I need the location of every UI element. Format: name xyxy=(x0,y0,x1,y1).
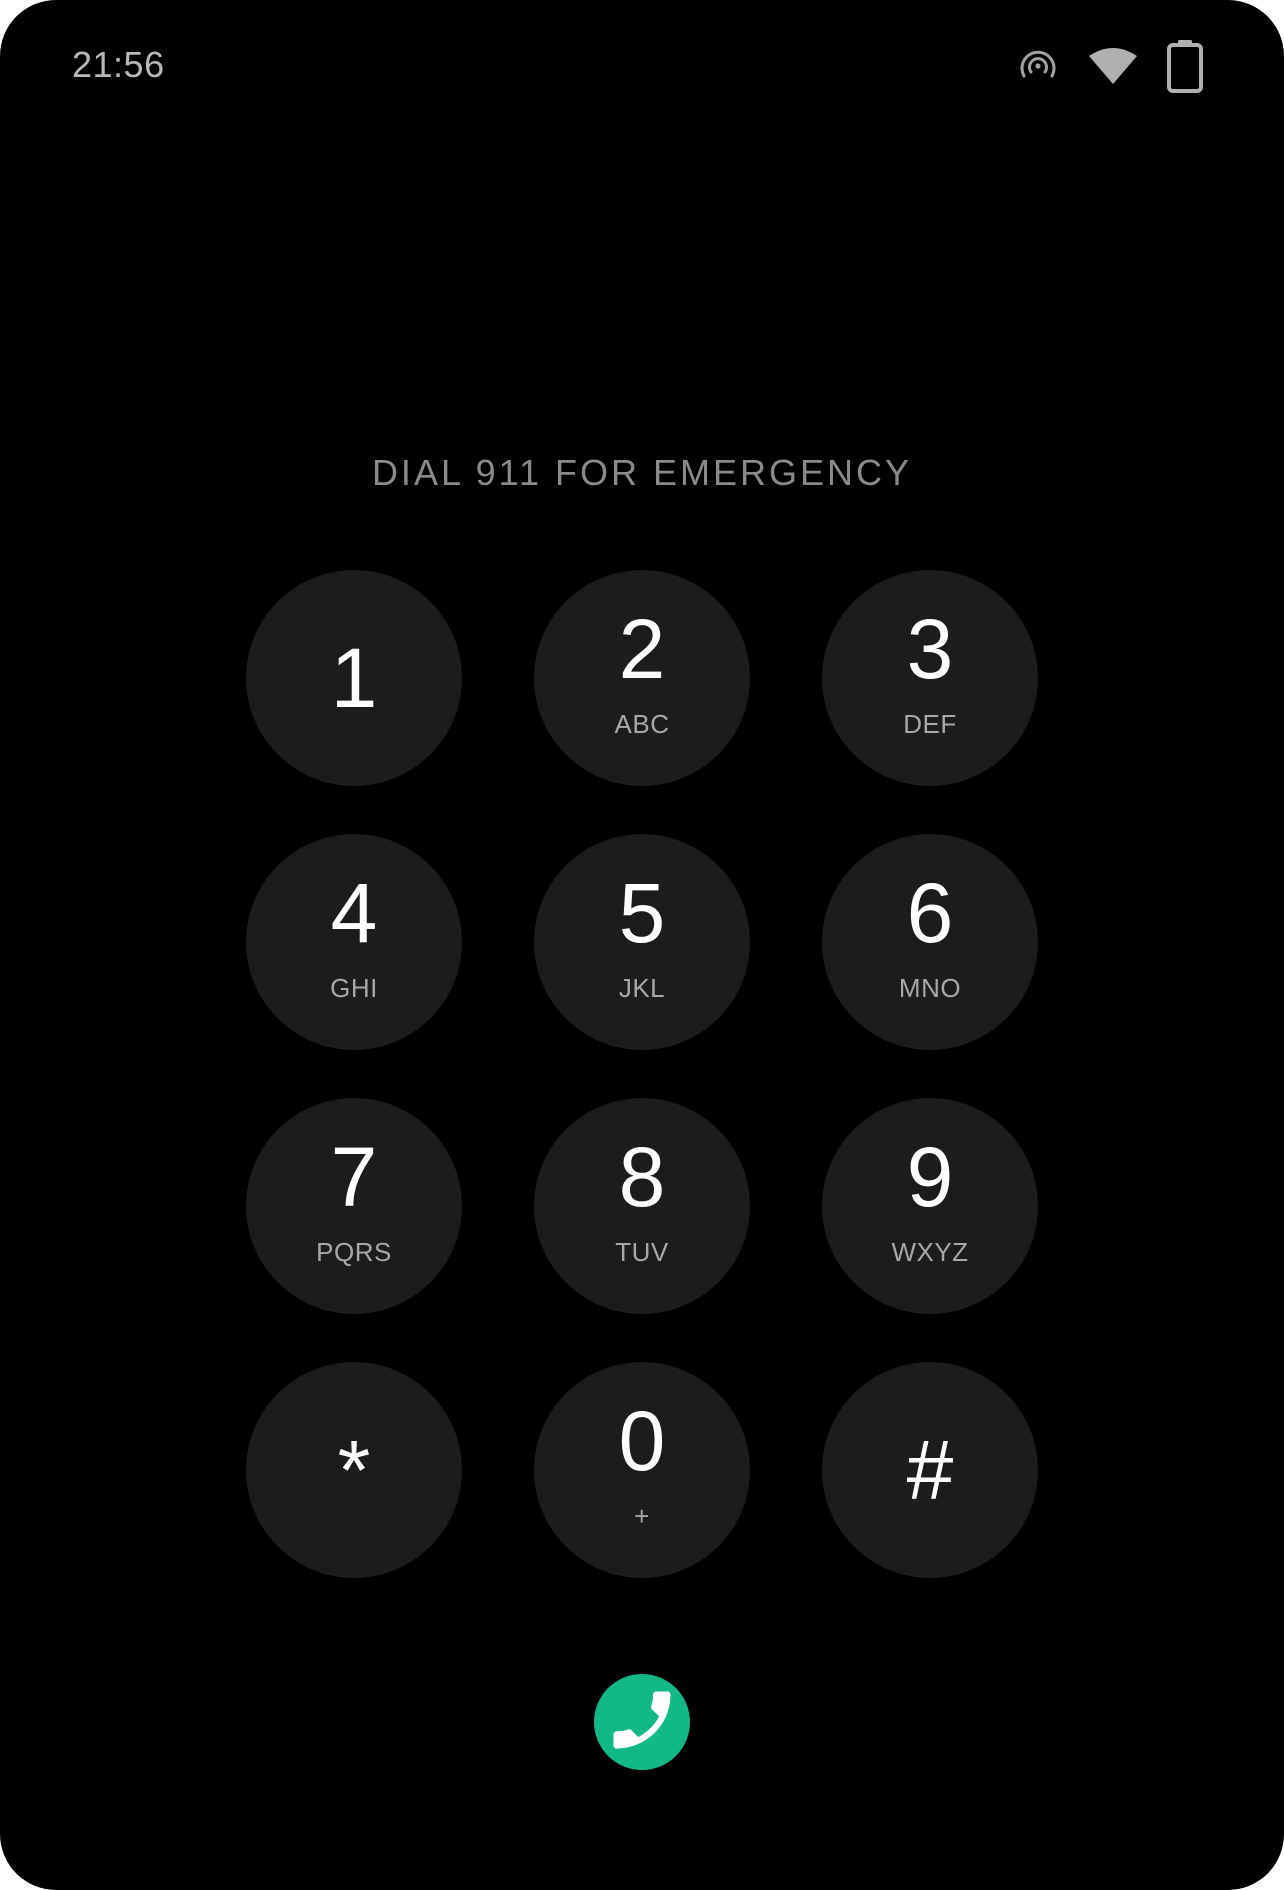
wifi-icon xyxy=(1088,46,1138,86)
call-button[interactable] xyxy=(594,1674,690,1770)
key-digit: 2 xyxy=(618,602,666,696)
key-digit: 5 xyxy=(618,866,666,960)
key-digit: * xyxy=(337,1423,371,1517)
key-8[interactable]: 8 TUV xyxy=(534,1098,750,1314)
key-2[interactable]: 2 ABC xyxy=(534,570,750,786)
key-5[interactable]: 5 JKL xyxy=(534,834,750,1050)
key-letters: PQRS xyxy=(316,1237,392,1267)
key-letters: GHI xyxy=(330,973,378,1003)
emergency-label: DIAL 911 FOR EMERGENCY xyxy=(371,452,913,493)
key-digit: 8 xyxy=(618,1130,666,1224)
status-bar: 21:56 xyxy=(0,0,1284,130)
hotspot-icon xyxy=(1016,44,1060,88)
key-9[interactable]: 9 WXYZ xyxy=(822,1098,1038,1314)
phone-icon xyxy=(604,1682,680,1763)
phone-screen: 21:56 DIAL 911 FOR EMERGENCY 1 2 ABC 3 D… xyxy=(0,0,1284,1890)
key-4[interactable]: 4 GHI xyxy=(246,834,462,1050)
key-letters: DEF xyxy=(903,709,957,739)
key-star[interactable]: * xyxy=(246,1362,462,1578)
key-letters: ABC xyxy=(614,709,670,739)
key-digit: 4 xyxy=(330,866,378,960)
key-hash[interactable]: # xyxy=(822,1362,1038,1578)
key-letters: TUV xyxy=(615,1237,669,1267)
key-0[interactable]: 0 + xyxy=(534,1362,750,1578)
dial-keypad: 1 2 ABC 3 DEF 4 GHI 5 JKL 6 MNO 7 PQRS 8 xyxy=(246,570,1038,1578)
key-1[interactable]: 1 xyxy=(246,570,462,786)
key-digit: 1 xyxy=(330,631,378,725)
key-letters: + xyxy=(634,1501,650,1531)
key-3[interactable]: 3 DEF xyxy=(822,570,1038,786)
status-time: 21:56 xyxy=(72,44,165,85)
battery-icon xyxy=(1166,39,1204,93)
key-6[interactable]: 6 MNO xyxy=(822,834,1038,1050)
key-digit: 7 xyxy=(330,1130,378,1224)
key-letters: MNO xyxy=(898,973,962,1003)
key-digit: 9 xyxy=(906,1130,954,1224)
key-digit: 0 xyxy=(618,1394,666,1488)
key-digit: 6 xyxy=(906,866,954,960)
status-icons xyxy=(1016,38,1204,94)
key-letters: WXYZ xyxy=(891,1237,969,1267)
key-digit: 3 xyxy=(906,602,954,696)
key-digit: # xyxy=(906,1423,954,1517)
key-letters: JKL xyxy=(618,973,666,1003)
key-7[interactable]: 7 PQRS xyxy=(246,1098,462,1314)
